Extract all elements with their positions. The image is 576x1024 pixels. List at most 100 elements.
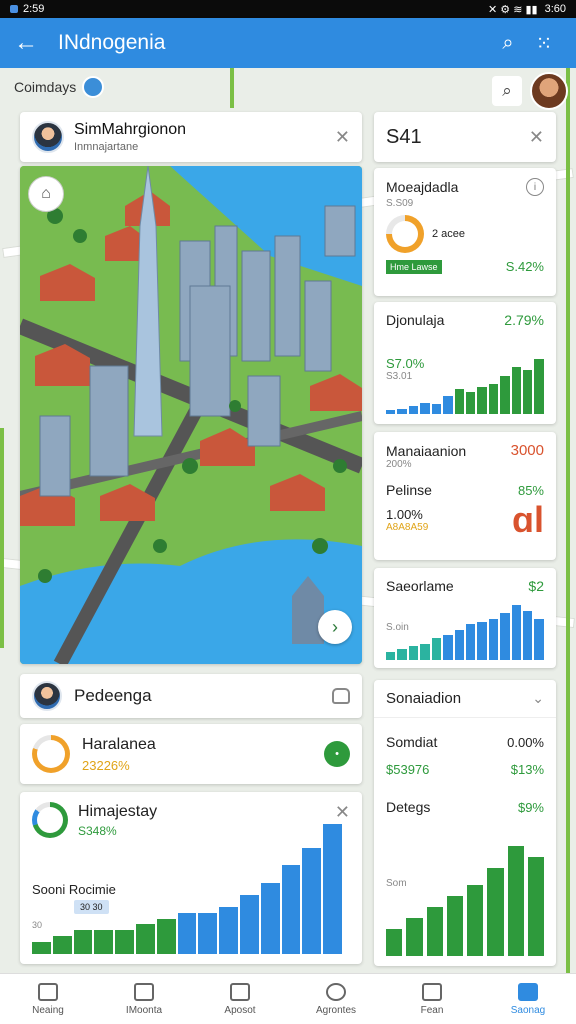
bookmark-icon[interactable] <box>332 688 350 704</box>
himajestay-card[interactable]: Himajestay S348% ✕ Sooni Rocimie 30 30 3… <box>20 792 362 964</box>
wifi-icon: ✕ ⚙ ≋ ▮▮ <box>488 3 538 16</box>
himajestay-bar <box>198 912 218 954</box>
djonulaja-bar <box>397 408 407 414</box>
himajestay-bar <box>260 883 280 954</box>
settings-icon <box>518 982 538 1001</box>
saeorlame-bar <box>511 605 522 660</box>
nav-feed-label: Fean <box>420 1004 444 1016</box>
djonulaja-bar <box>386 409 396 414</box>
sonaiadion-bar <box>406 917 423 956</box>
location-chip[interactable]: Coimdays <box>14 76 105 98</box>
metric2-bar-chart <box>386 359 544 414</box>
saeorlame-bar <box>431 638 442 660</box>
right-header-card[interactable]: S41 ✕ <box>374 112 556 162</box>
haralanea-card[interactable]: Haralanea 23226% • <box>20 724 362 784</box>
predenga-title: Pedeenga <box>74 686 152 705</box>
grid-menu-icon[interactable]: ⁙ <box>526 31 562 56</box>
profile-subtitle: Inmnajartane <box>74 141 139 153</box>
metric3-rating: A8A8A59 <box>386 522 429 533</box>
djonulaja-bar <box>454 389 464 414</box>
predenga-card[interactable]: Pedeenga <box>20 674 362 718</box>
metric1-sub: S.S09 <box>386 198 414 209</box>
nav-home[interactable]: Neaing <box>0 974 96 1024</box>
saeorlame-bar <box>420 643 430 660</box>
metric3-value: 3000 <box>510 442 544 459</box>
metric3-value2: 85% <box>517 482 544 498</box>
close-icon[interactable]: ✕ <box>335 127 350 148</box>
metric5-row1-value: 0.00% <box>507 734 544 750</box>
close-icon[interactable]: ✕ <box>529 127 544 148</box>
saeorlame-bar <box>454 629 464 660</box>
himajestay-bar <box>239 894 259 954</box>
metric4-title: Saeorlame <box>386 578 454 594</box>
himajestay-bar <box>219 906 238 954</box>
metric1-card[interactable]: Moeajdadla i S.S09 2 acee Hme Lawse S.42% <box>374 168 556 296</box>
saeorlame-bar <box>500 613 510 660</box>
djonulaja-bar <box>488 383 499 414</box>
status-bar: 2:59 ✕ ⚙ ≋ ▮▮ 3:60 <box>0 0 576 18</box>
nav-feed[interactable]: Fean <box>384 974 480 1024</box>
notification-icon <box>10 5 18 13</box>
check-icon[interactable]: • <box>324 741 350 767</box>
metric3-card[interactable]: Manaiaanion 3000 200% Pelinse 85% 1.00% A8… <box>374 432 556 560</box>
close-icon[interactable]: ✕ <box>335 802 350 823</box>
metric5-row3-value: $9% <box>517 799 544 815</box>
nav-monitor[interactable]: IMoonta <box>96 974 192 1024</box>
predenga-avatar <box>32 681 62 711</box>
saeorlame-bar <box>488 618 499 660</box>
djonulaja-bar <box>431 404 442 414</box>
profile-card[interactable]: SimMahrgionon Inmnajartane ✕ <box>20 112 362 162</box>
nav-agents[interactable]: Agrontes <box>288 974 384 1024</box>
djonulaja-bar <box>420 403 430 414</box>
app-bar: ← INdnogenia ⌕ ⁙ <box>0 18 576 68</box>
himajestay-bar <box>73 930 93 954</box>
user-avatar[interactable] <box>530 72 568 110</box>
search-icon[interactable]: ⌕ <box>490 32 526 55</box>
back-arrow-icon[interactable]: ← <box>14 29 48 57</box>
saeorlame-bar <box>443 635 453 660</box>
haralanea-value: 23226% <box>82 757 130 773</box>
nav-settings[interactable]: Saonag <box>480 974 576 1024</box>
metric5-row3-label: Detegs <box>386 799 431 815</box>
saeorlame-bar <box>465 624 476 660</box>
metric5-row2-label: $53976 <box>386 762 430 777</box>
bottom-navigation: Neaing IMoonta Aposot Agrontes Fean Saon… <box>0 973 576 1024</box>
metric1-title: Moeajdadla <box>386 179 459 195</box>
metric4-card[interactable]: Saeorlame $2 S.oin <box>374 568 556 668</box>
chevron-right-icon[interactable]: › <box>318 610 352 644</box>
chevron-down-icon[interactable]: ⌄ <box>532 690 544 707</box>
himajestay-title: Himajestay <box>78 802 158 820</box>
profile-name: SimMahrgionon <box>74 121 187 138</box>
djonulaja-bar <box>500 375 510 414</box>
map-search-icon[interactable]: ⌕ <box>492 76 522 106</box>
app-title: INdnogenia <box>58 31 166 54</box>
djonulaja-bar <box>408 405 419 414</box>
home-icon <box>38 982 58 1001</box>
sonaiadion-bar <box>446 895 463 956</box>
city-illustration <box>20 166 362 664</box>
himajestay-bar-chart <box>32 824 342 954</box>
himajestay-bar <box>177 912 197 954</box>
saeorlame-bar <box>386 651 396 660</box>
metric5-card[interactable]: Sonaiadion ⌄ Somdiat 0.00% $53976 $13% Dete… <box>374 680 556 966</box>
nav-report[interactable]: Aposot <box>192 974 288 1024</box>
metric2-card[interactable]: Djonulaja 2.79% S7.0% S3.01 <box>374 302 556 424</box>
status-left: 2:59 <box>23 3 45 15</box>
saeorlame-bar <box>523 610 533 660</box>
himajestay-bar <box>115 930 134 954</box>
metric1-tag: Hme Lawse <box>386 259 442 274</box>
pin-icon[interactable]: ⌂ <box>28 176 64 212</box>
himajestay-bar <box>52 936 72 954</box>
newspaper-icon <box>422 982 442 1001</box>
chart-icon <box>134 982 154 1001</box>
djonulaja-bar <box>534 359 544 414</box>
sonaiadion-bar <box>487 868 504 956</box>
city-map-illustration[interactable]: ⌂ › <box>20 166 362 664</box>
djonulaja-bar <box>443 396 453 414</box>
metric2-value: 2.79% <box>504 312 544 328</box>
himajestay-bar <box>302 847 322 954</box>
himajestay-bar <box>94 930 114 954</box>
metric1-value: S.42% <box>505 259 544 274</box>
info-icon[interactable]: i <box>526 178 544 196</box>
profile-avatar <box>32 121 64 153</box>
